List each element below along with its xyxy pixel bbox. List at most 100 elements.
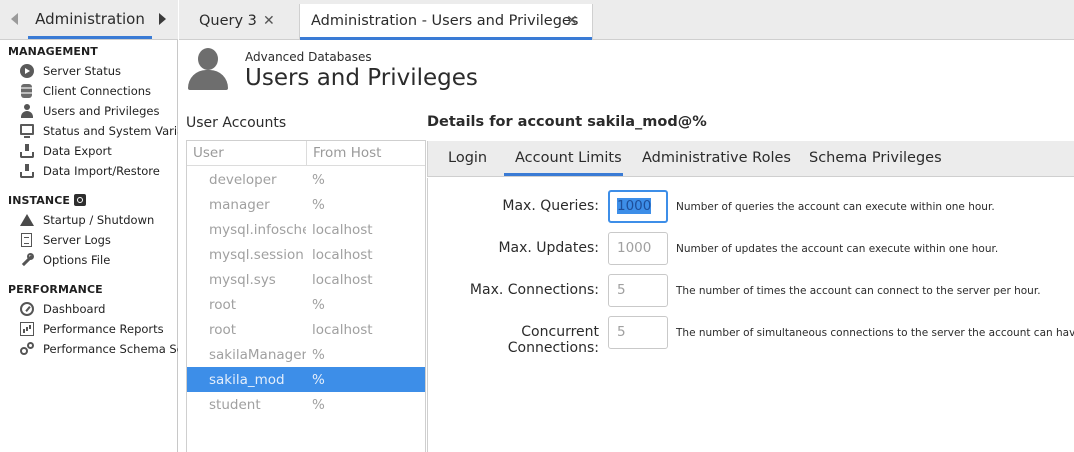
account-host: % <box>312 397 325 413</box>
section-instance-label: INSTANCE <box>8 194 70 207</box>
section-management: MANAGEMENT <box>8 45 98 58</box>
account-user: developer <box>209 172 277 188</box>
max-queries-value: 1000 <box>617 198 652 214</box>
account-details-title: Details for account sakila_mod@% <box>427 114 707 130</box>
account-row-selected[interactable]: sakila_mod % <box>187 367 425 392</box>
sidebar-item-server-logs[interactable]: Server Logs <box>20 231 178 249</box>
account-host: % <box>312 197 325 213</box>
sidebar-item-label: Data Export <box>43 144 112 158</box>
details-tab-bar: Login Account Limits Administrative Role… <box>427 141 1074 177</box>
sidebar-item-label: Client Connections <box>43 84 152 98</box>
max-updates-label: Max. Updates: <box>498 240 599 256</box>
sidebar-item-performance-schema[interactable]: Performance Schema Setu <box>20 340 178 358</box>
column-header-user[interactable]: User <box>193 145 224 161</box>
navigator-sidebar: Administration MANAGEMENT Server Status … <box>0 0 178 452</box>
tab-label: Query 3 <box>199 13 257 29</box>
import-icon <box>20 164 34 178</box>
account-row[interactable]: developer % <box>187 167 425 192</box>
account-host: localhost <box>312 222 373 238</box>
tab-query-3[interactable]: Query 3 ✕ <box>179 4 298 40</box>
account-row[interactable]: mysql.infoschema localhost <box>187 217 425 242</box>
sidebar-item-label: Data Import/Restore <box>43 164 160 178</box>
account-host: % <box>312 372 325 388</box>
tab-account-limits[interactable]: Account Limits <box>515 150 622 166</box>
account-user: sakila_mod <box>209 372 285 388</box>
tab-administrative-roles[interactable]: Administrative Roles <box>642 150 791 166</box>
account-row[interactable]: manager % <box>187 192 425 217</box>
warning-triangle-icon <box>20 214 34 226</box>
user-accounts-label: User Accounts <box>186 115 287 131</box>
sidebar-item-dashboard[interactable]: Dashboard <box>20 300 178 318</box>
sidebar-tab-strip: Administration <box>0 0 178 40</box>
sidebar-item-startup-shutdown[interactable]: Startup / Shutdown <box>20 211 178 229</box>
account-row[interactable]: mysql.sys localhost <box>187 267 425 292</box>
concurrent-connections-description: The number of simultaneous connections t… <box>676 327 1074 339</box>
scroll-left-arrow-icon[interactable] <box>11 13 18 25</box>
sidebar-item-label: Users and Privileges <box>43 104 160 118</box>
account-host: % <box>312 297 325 313</box>
account-user: root <box>209 322 237 338</box>
play-circle-icon <box>20 64 34 78</box>
sidebar-item-users-privileges[interactable]: Users and Privileges <box>20 102 178 120</box>
sidebar-item-label: Performance Reports <box>43 322 164 336</box>
account-row[interactable]: student % <box>187 392 425 417</box>
account-user: student <box>209 397 261 413</box>
report-chart-icon <box>20 322 34 336</box>
sidebar-item-data-import[interactable]: Data Import/Restore <box>20 162 178 180</box>
scroll-right-arrow-icon[interactable] <box>159 13 166 25</box>
account-host: localhost <box>312 322 373 338</box>
sidebar-item-client-connections[interactable]: Client Connections <box>20 82 178 100</box>
max-updates-description: Number of updates the account can execut… <box>676 243 999 255</box>
tab-administration-users[interactable]: Administration - Users and Privileges ✕ <box>299 4 593 40</box>
active-tab-indicator <box>300 37 592 40</box>
section-instance: INSTANCE <box>8 194 86 207</box>
account-host: % <box>312 347 325 363</box>
editor-tab-bar: Query 3 ✕ Administration - Users and Pri… <box>179 0 1074 40</box>
max-connections-label: Max. Connections: <box>469 282 599 298</box>
wrench-icon <box>20 253 34 267</box>
sidebar-item-server-status[interactable]: Server Status <box>20 62 178 80</box>
account-row[interactable]: root % <box>187 292 425 317</box>
export-icon <box>20 144 34 158</box>
account-host: localhost <box>312 272 373 288</box>
sidebar-item-status-variables[interactable]: Status and System Variab <box>20 122 178 140</box>
gears-icon <box>20 342 34 356</box>
max-queries-field[interactable]: 1000 <box>608 190 668 223</box>
monitor-icon <box>20 124 34 138</box>
gauge-icon <box>20 302 34 316</box>
column-header-from-host[interactable]: From Host <box>313 145 381 161</box>
account-row[interactable]: mysql.session localhost <box>187 242 425 267</box>
column-divider <box>306 141 307 166</box>
account-row[interactable]: root localhost <box>187 317 425 342</box>
account-user: manager <box>209 197 270 213</box>
account-host: localhost <box>312 247 373 263</box>
active-tab-indicator <box>504 173 623 176</box>
sidebar-item-options-file[interactable]: Options File <box>20 251 178 269</box>
section-performance: PERFORMANCE <box>8 283 103 296</box>
users-header-avatar-icon <box>187 48 231 92</box>
tab-login[interactable]: Login <box>448 150 487 166</box>
concurrent-connections-field[interactable]: 5 <box>608 316 668 349</box>
account-user: sakilaManager <box>209 347 306 363</box>
sidebar-item-label: Status and System Variab <box>43 124 178 138</box>
close-icon[interactable]: ✕ <box>566 13 578 29</box>
tab-schema-privileges[interactable]: Schema Privileges <box>809 150 942 166</box>
sidebar-item-label: Dashboard <box>43 302 106 316</box>
max-queries-label: Max. Queries: <box>502 198 599 214</box>
max-connections-field[interactable]: 5 <box>608 274 668 307</box>
database-icon <box>21 84 32 98</box>
sidebar-item-label: Server Logs <box>43 233 111 247</box>
page-title: Users and Privileges <box>245 65 478 91</box>
tab-label: Administration - Users and Privileges <box>311 13 579 29</box>
sidebar-tab-indicator <box>28 36 152 39</box>
account-host: % <box>312 172 325 188</box>
close-icon[interactable]: ✕ <box>263 13 275 29</box>
user-accounts-list[interactable]: User From Host developer % manager % mys… <box>186 140 426 452</box>
account-row[interactable]: sakilaManager % <box>187 342 425 367</box>
sidebar-tab-administration[interactable]: Administration <box>28 10 152 28</box>
max-updates-field[interactable]: 1000 <box>608 232 668 265</box>
sidebar-item-performance-reports[interactable]: Performance Reports <box>20 320 178 338</box>
log-file-icon <box>21 233 32 247</box>
sidebar-item-data-export[interactable]: Data Export <box>20 142 178 160</box>
sidebar-item-label: Performance Schema Setu <box>43 342 178 356</box>
